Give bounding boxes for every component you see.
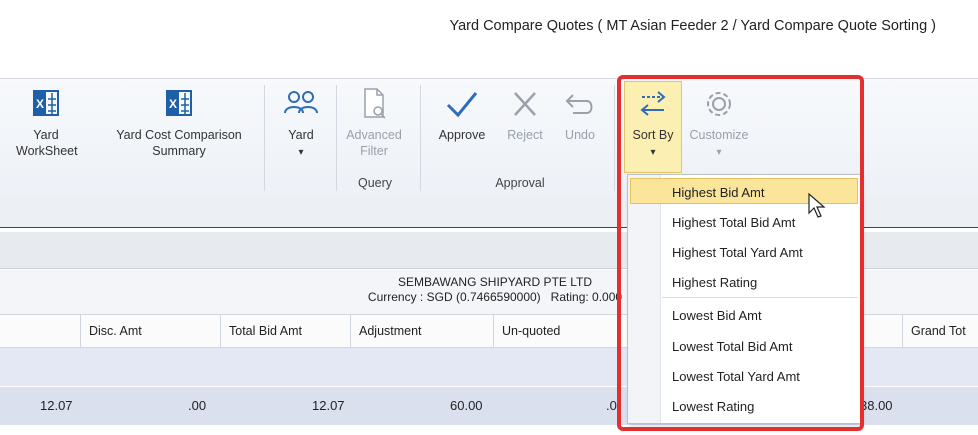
- column-grand-total[interactable]: Grand Tot: [902, 315, 978, 347]
- yard-worksheet-button[interactable]: X Yard WorkSheet: [16, 85, 78, 159]
- reject-button[interactable]: Reject: [500, 85, 550, 143]
- reject-label: Reject: [507, 128, 543, 142]
- column-adjustment[interactable]: Adjustment: [350, 315, 493, 347]
- table-cell: 12.07: [40, 398, 73, 413]
- ribbon-separator: [336, 85, 337, 191]
- approval-group-label: Approval: [495, 176, 545, 190]
- approve-button[interactable]: Approve: [434, 85, 490, 143]
- ribbon-separator: [264, 85, 265, 191]
- table-cell-total-bid-amt: 12.07: [312, 398, 345, 413]
- svg-text:X: X: [169, 97, 177, 111]
- undo-icon: [565, 94, 593, 114]
- check-icon: [446, 92, 478, 118]
- yard-worksheet-label2: WorkSheet: [16, 144, 78, 158]
- excel-icon: X: [33, 90, 59, 116]
- yard-cost-comparison-label2: Summary: [152, 144, 206, 158]
- table-cell-grand-total: 38.00: [860, 398, 893, 413]
- table-cell-disc-amt: .00: [188, 398, 207, 413]
- chevron-down-icon: ▾: [298, 147, 304, 158]
- users-icon: [284, 91, 318, 114]
- yard-dropdown-label: Yard: [288, 128, 314, 142]
- advanced-filter-label2: Filter: [360, 144, 388, 158]
- ribbon-separator: [420, 85, 421, 191]
- yard-cost-comparison-summary-button[interactable]: X Yard Cost Comparison Summary: [104, 85, 254, 159]
- approve-label: Approve: [438, 128, 486, 142]
- table-cell-adjustment: 60.00: [450, 398, 483, 413]
- ribbon-separator: [614, 85, 615, 191]
- yard-dropdown-button[interactable]: Yard ▾: [276, 85, 326, 161]
- yard-currency-rating: Currency : SGD (0.7466590000) Rating: 0.…: [367, 290, 623, 304]
- column-un-quoted[interactable]: Un-quoted: [493, 315, 623, 347]
- query-group-label: Query: [357, 176, 393, 190]
- yard-worksheet-label1: Yard: [33, 128, 59, 142]
- yard-company-name: SEMBAWANG SHIPYARD PTE LTD: [397, 275, 593, 289]
- window-title: Yard Compare Quotes ( MT Asian Feeder 2 …: [449, 18, 936, 34]
- yard-cost-comparison-label1: Yard Cost Comparison: [116, 128, 242, 142]
- advanced-filter-label1: Advanced: [346, 128, 402, 142]
- yard-header: SEMBAWANG SHIPYARD PTE LTD Currency : SG…: [330, 275, 660, 305]
- column-disc-amt[interactable]: Disc. Amt: [80, 315, 220, 347]
- table-cell-un-quoted: .0: [606, 398, 617, 413]
- advanced-filter-button[interactable]: Advanced Filter: [342, 85, 406, 159]
- undo-label: Undo: [565, 128, 595, 142]
- undo-button[interactable]: Undo: [558, 85, 602, 143]
- document-search-icon: [364, 88, 386, 119]
- close-icon: [514, 92, 536, 116]
- column-total-bid-amt[interactable]: Total Bid Amt: [220, 315, 350, 347]
- annotation-highlight-box: [617, 75, 864, 431]
- excel-icon: X: [166, 90, 192, 116]
- svg-text:X: X: [36, 97, 44, 111]
